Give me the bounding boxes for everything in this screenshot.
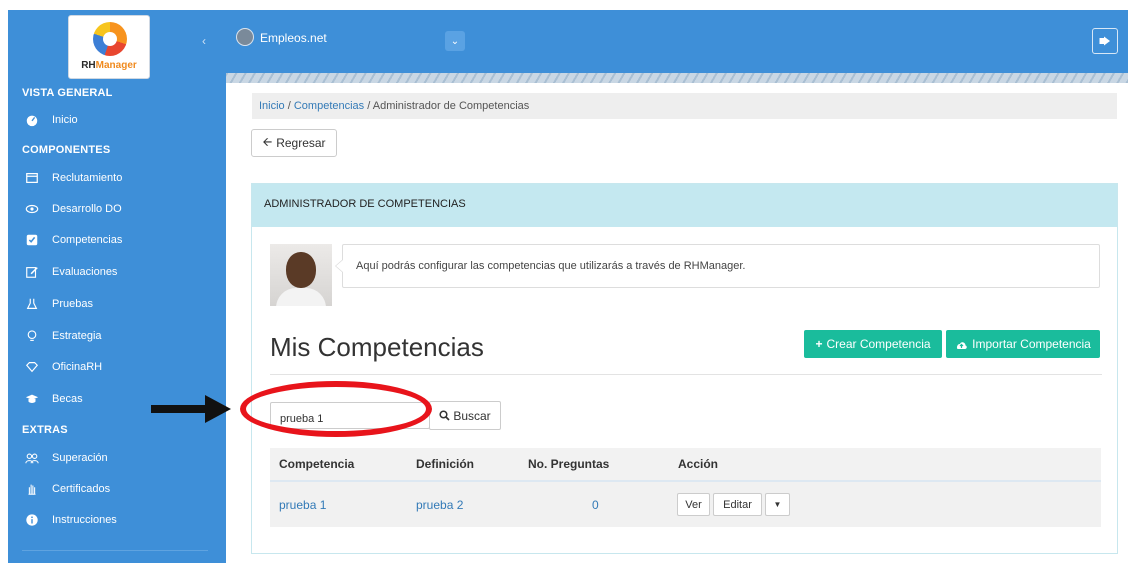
sidebar-item-label: Estrategia bbox=[52, 330, 102, 342]
heading-divider bbox=[270, 374, 1102, 375]
logo-mark-icon bbox=[93, 22, 127, 56]
sidebar-item-superacion[interactable]: Superación bbox=[24, 448, 108, 468]
table-row: prueba 1 prueba 2 0 Ver Editar ▼ bbox=[270, 482, 1101, 527]
breadcrumb: Inicio / Competencias / Administrador de… bbox=[252, 93, 1117, 119]
diamond-icon bbox=[24, 359, 40, 375]
sidebar: RHManager ‹ VISTA GENERAL Inicio COMPONE… bbox=[8, 10, 226, 563]
sidebar-item-label: Competencias bbox=[52, 234, 123, 246]
eye-icon bbox=[24, 201, 40, 217]
sidebar-item-label: Evaluaciones bbox=[52, 266, 118, 278]
create-competencia-button[interactable]: + Crear Competencia bbox=[804, 330, 942, 358]
sidebar-item-desarrollo[interactable]: Desarrollo DO bbox=[24, 199, 122, 219]
header-competencia[interactable]: Competencia bbox=[279, 457, 354, 471]
table-header: Competencia Definición No. Preguntas Acc… bbox=[270, 448, 1101, 482]
annotation-highlight-ellipse bbox=[240, 381, 432, 437]
sidebar-item-label: Certificados bbox=[52, 483, 111, 495]
search-button-label: Buscar bbox=[453, 408, 491, 423]
sidebar-item-label: OficinaRH bbox=[52, 361, 103, 373]
users-icon bbox=[24, 450, 40, 466]
page-title: Mis Competencias bbox=[270, 332, 484, 362]
info-message: Aquí podrás configurar las competencias … bbox=[335, 244, 1100, 288]
checkbox-icon bbox=[24, 232, 40, 248]
app-logo[interactable]: RHManager bbox=[68, 15, 150, 79]
avatar bbox=[270, 244, 332, 306]
create-competencia-label: Crear Competencia bbox=[826, 337, 931, 351]
window-icon bbox=[24, 170, 40, 186]
sidebar-item-label: Reclutamiento bbox=[52, 172, 123, 184]
breadcrumb-current: Administrador de Competencias bbox=[372, 100, 530, 112]
sidebar-item-label: Becas bbox=[52, 393, 83, 405]
logout-button[interactable] bbox=[1092, 28, 1118, 54]
flask-icon bbox=[24, 296, 40, 312]
plus-icon: + bbox=[815, 337, 823, 351]
company-dropdown-button[interactable]: ⌄ bbox=[445, 31, 465, 51]
sidebar-item-oficinarh[interactable]: OficinaRH bbox=[24, 357, 102, 377]
sidebar-item-becas[interactable]: Becas bbox=[24, 389, 83, 409]
lightbulb-icon bbox=[24, 328, 40, 344]
view-button[interactable]: Ver bbox=[677, 493, 710, 516]
competencias-panel: ADMINISTRADOR DE COMPETENCIAS Aquí podrá… bbox=[251, 183, 1118, 554]
back-button[interactable]: 🡨 Regresar bbox=[251, 129, 337, 157]
sidebar-item-label: Desarrollo DO bbox=[52, 203, 122, 215]
cloud-upload-icon bbox=[957, 341, 967, 349]
caret-down-icon: ▼ bbox=[773, 500, 782, 509]
panel-heading: ADMINISTRADOR DE COMPETENCIAS bbox=[252, 184, 1117, 227]
sidebar-item-evaluaciones[interactable]: Evaluaciones bbox=[24, 262, 117, 282]
section-vista-general: VISTA GENERAL bbox=[22, 87, 113, 99]
annotation-arrow-icon bbox=[151, 395, 231, 423]
breadcrumb-inicio[interactable]: Inicio bbox=[259, 100, 285, 112]
section-componentes: COMPONENTES bbox=[22, 144, 111, 156]
dashboard-icon bbox=[24, 112, 40, 128]
actions-dropdown-button[interactable]: ▼ bbox=[765, 493, 790, 516]
sidebar-item-certificados[interactable]: Certificados bbox=[24, 479, 110, 499]
graduation-cap-icon bbox=[24, 391, 40, 407]
info-icon bbox=[24, 512, 40, 528]
competencias-table: Competencia Definición No. Preguntas Acc… bbox=[270, 448, 1101, 527]
logo-text: RH bbox=[81, 60, 96, 71]
back-button-label: Regresar bbox=[276, 136, 326, 150]
collapse-sidebar-icon[interactable]: ‹ bbox=[202, 34, 206, 48]
decorative-stripe bbox=[226, 73, 1128, 83]
search-button[interactable]: Buscar bbox=[429, 401, 501, 430]
arrow-left-icon: 🡨 bbox=[262, 134, 273, 149]
sidebar-item-estrategia[interactable]: Estrategia bbox=[24, 326, 102, 346]
edit-icon bbox=[24, 264, 40, 280]
logo-text-accent: Manager bbox=[95, 60, 137, 71]
sidebar-item-pruebas[interactable]: Pruebas bbox=[24, 294, 93, 314]
cell-competencia[interactable]: prueba 1 bbox=[279, 498, 326, 512]
header-accion: Acción bbox=[678, 457, 719, 471]
sidebar-item-label: Instrucciones bbox=[52, 514, 117, 526]
topbar: Empleos.net ⌄ bbox=[226, 10, 1128, 73]
chevron-down-icon: ⌄ bbox=[450, 35, 460, 47]
sign-out-icon bbox=[1099, 36, 1110, 46]
header-definicion[interactable]: Definición bbox=[416, 457, 474, 471]
sidebar-item-reclutamiento[interactable]: Reclutamiento bbox=[24, 168, 122, 188]
search-icon bbox=[439, 410, 450, 421]
cell-preguntas[interactable]: 0 bbox=[592, 498, 599, 512]
breadcrumb-competencias[interactable]: Competencias bbox=[294, 100, 364, 112]
breadcrumb-separator: / bbox=[284, 100, 294, 112]
edit-button[interactable]: Editar bbox=[713, 493, 762, 516]
hand-icon bbox=[24, 481, 40, 497]
breadcrumb-separator: / bbox=[364, 100, 373, 112]
section-extras: EXTRAS bbox=[22, 424, 68, 436]
sidebar-item-inicio[interactable]: Inicio bbox=[24, 110, 78, 130]
sidebar-divider bbox=[22, 550, 208, 551]
import-competencia-label: Importar Competencia bbox=[972, 337, 1091, 351]
sidebar-item-label: Superación bbox=[52, 452, 108, 464]
sidebar-item-label: Inicio bbox=[52, 114, 78, 126]
sidebar-item-competencias[interactable]: Competencias bbox=[24, 230, 122, 250]
sidebar-item-instrucciones[interactable]: Instrucciones bbox=[24, 510, 117, 530]
company-logo-icon bbox=[236, 28, 254, 46]
cell-definicion[interactable]: prueba 2 bbox=[416, 498, 463, 512]
import-competencia-button[interactable]: Importar Competencia bbox=[946, 330, 1100, 358]
header-preguntas[interactable]: No. Preguntas bbox=[528, 457, 609, 471]
company-name[interactable]: Empleos.net bbox=[260, 31, 327, 45]
sidebar-item-label: Pruebas bbox=[52, 298, 93, 310]
